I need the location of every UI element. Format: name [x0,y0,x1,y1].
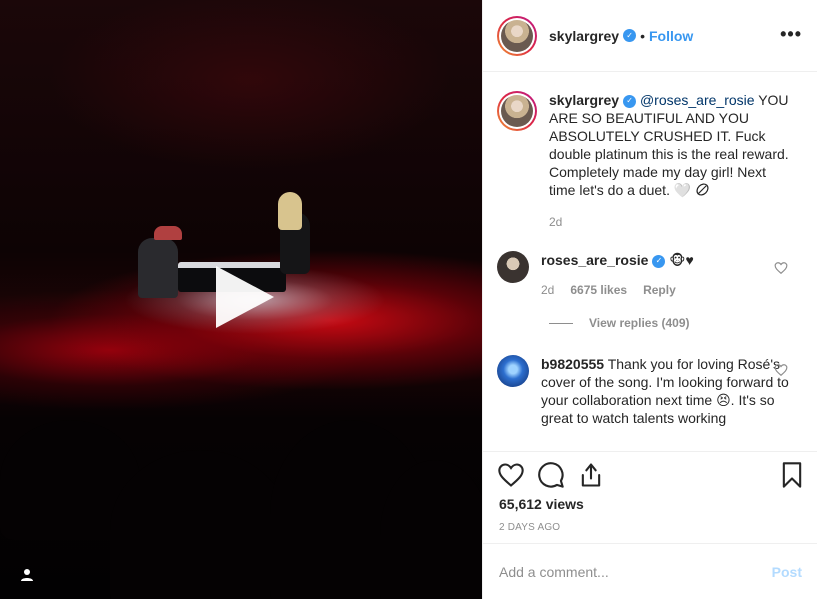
add-comment-bar: Post [483,543,817,599]
heart-icon[interactable] [774,261,788,275]
avatar[interactable] [497,91,537,131]
play-icon[interactable] [212,264,276,330]
post-header: skylargrey ✓ • Follow ••• [483,0,817,72]
leaf-emoji-icon [696,183,709,196]
separator-dot: • [640,27,645,44]
comment-text: b9820555 Thank you for loving Rosé's cov… [541,355,791,427]
comment-meta: 2d 6675 likes Reply [541,283,791,297]
verified-badge-icon: ✓ [652,254,666,268]
verified-badge-icon: ✓ [623,94,637,108]
view-replies-button[interactable]: View replies (409) [549,316,690,330]
heart-icon[interactable] [497,461,525,489]
caption-time[interactable]: 2d [549,215,562,229]
audience-silhouette [380,460,482,599]
comment-username[interactable]: b9820555 [541,356,604,372]
view-replies-line [549,322,573,324]
video-player[interactable] [0,0,482,599]
post-timestamp[interactable]: 2 DAYS AGO [499,522,560,533]
avatar[interactable] [497,355,529,387]
comment-icon[interactable] [537,461,565,489]
post-actions: 65,612 views 2 DAYS AGO [483,451,817,543]
comment-body: 🐵♥ [665,252,694,268]
avatar[interactable] [497,251,529,283]
comment-item: b9820555 Thank you for loving Rosé's cov… [497,355,807,427]
avatar[interactable] [497,15,537,56]
comments-list[interactable]: skylargrey ✓ @roses_are_rosie YOU ARE SO … [483,73,817,451]
caption-meta: 2d [549,215,789,229]
post-sidebar: skylargrey ✓ • Follow ••• skylargrey ✓ @r… [482,0,817,599]
heart-icon[interactable] [774,363,788,377]
audience-silhouette [110,450,290,599]
bookmark-icon[interactable] [778,461,806,489]
author-username[interactable]: skylargrey [549,28,619,44]
singer-hair [278,192,302,230]
view-count[interactable]: 65,612 views [499,496,584,512]
comment-text: roses_are_rosie ✓ 🐵♥ [541,251,791,269]
share-icon[interactable] [577,461,605,489]
comment-input[interactable] [499,563,749,580]
verified-badge-icon: ✓ [623,29,637,42]
pianist-hat [154,226,182,240]
post-comment-button[interactable]: Post [772,564,802,580]
comment-time[interactable]: 2d [541,283,554,297]
caption-text: skylargrey ✓ @roses_are_rosie YOU ARE SO … [549,91,789,199]
caption: skylargrey ✓ @roses_are_rosie YOU ARE SO … [497,91,807,229]
reply-button[interactable]: Reply [643,283,676,297]
more-options-icon[interactable]: ••• [780,25,802,43]
comment-likes[interactable]: 6675 likes [570,283,627,297]
pianist-figure [138,238,178,298]
caption-mention-link[interactable]: @roses_are_rosie [640,92,755,108]
comment-item: roses_are_rosie ✓ 🐵♥ 2d 6675 likes Reply [497,251,807,297]
view-replies-label: View replies (409) [589,316,690,330]
comment-username[interactable]: roses_are_rosie [541,252,648,268]
caption-username[interactable]: skylargrey [549,92,619,108]
user-tag-icon[interactable] [14,562,40,588]
follow-button[interactable]: Follow [649,28,693,44]
